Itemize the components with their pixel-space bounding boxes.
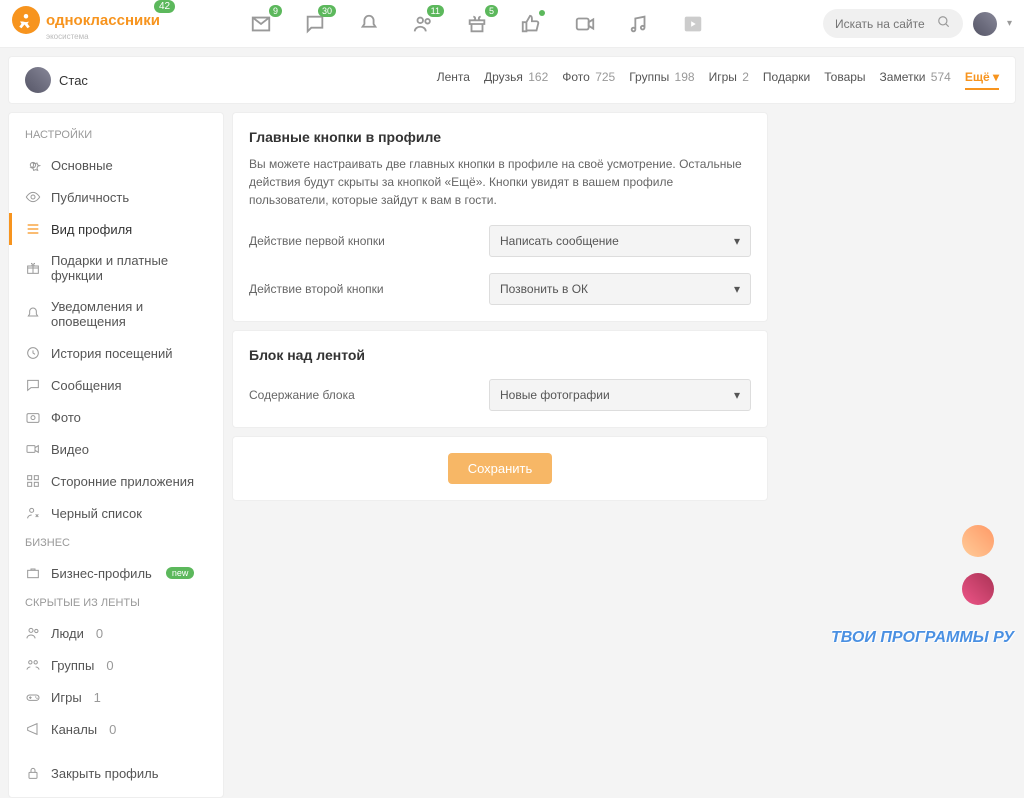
sidebar-item-people[interactable]: Люди 0 bbox=[9, 617, 223, 649]
chevron-down-icon[interactable]: ▾ bbox=[1007, 18, 1012, 29]
camera-icon bbox=[25, 409, 41, 425]
logo-badge: 42 bbox=[154, 0, 175, 13]
tab-feed[interactable]: Лента bbox=[437, 70, 470, 90]
sidebar-item-lock[interactable]: Закрыть профиль bbox=[9, 757, 223, 789]
tab-photos[interactable]: Фото 725 bbox=[562, 70, 615, 90]
tab-games[interactable]: Игры 2 bbox=[709, 70, 749, 90]
bell-icon bbox=[25, 306, 41, 322]
mail-badge: 9 bbox=[269, 5, 282, 17]
header-avatar[interactable] bbox=[973, 12, 997, 36]
gifts-badge: 5 bbox=[485, 5, 498, 17]
nav-friends-icon[interactable]: 11 bbox=[412, 13, 434, 35]
second-button-select[interactable]: Позвонить в ОК ▾ bbox=[489, 273, 751, 305]
group-icon bbox=[25, 657, 41, 673]
watermark: ТВОИ ПРОГРАММЫ РУ bbox=[831, 629, 1014, 647]
tab-friends[interactable]: Друзья 162 bbox=[484, 70, 548, 90]
people-icon bbox=[25, 625, 41, 641]
sidebar-item-photo[interactable]: Фото bbox=[9, 401, 223, 433]
settings-sidebar: НАСТРОЙКИ Основные Публичность Вид профи… bbox=[8, 112, 224, 798]
lock-icon bbox=[25, 765, 41, 781]
first-button-select[interactable]: Написать сообщение ▾ bbox=[489, 225, 751, 257]
user-name: Стас bbox=[59, 73, 88, 88]
sidebar-item-video[interactable]: Видео bbox=[9, 433, 223, 465]
new-badge: new bbox=[166, 567, 195, 579]
panel-title: Главные кнопки в профиле bbox=[249, 129, 751, 145]
nav-like-icon[interactable] bbox=[520, 13, 542, 35]
save-panel: Сохранить bbox=[232, 436, 768, 501]
search-box[interactable] bbox=[823, 9, 963, 38]
sidebar-item-main[interactable]: Основные bbox=[9, 149, 223, 181]
sidebar-item-gifts[interactable]: Подарки и платные функции bbox=[9, 245, 223, 291]
briefcase-icon bbox=[25, 565, 41, 581]
logo-subtitle: экосистема bbox=[46, 32, 160, 41]
second-button-label: Действие второй кнопки bbox=[249, 282, 489, 296]
video-icon bbox=[25, 441, 41, 457]
nav-play-icon[interactable] bbox=[682, 13, 704, 35]
panel-profile-buttons: Главные кнопки в профиле Вы можете настр… bbox=[232, 112, 768, 322]
block-content-label: Содержание блока bbox=[249, 388, 489, 402]
user-avatar bbox=[25, 67, 51, 93]
person-x-icon bbox=[25, 505, 41, 521]
logo-icon bbox=[12, 6, 40, 34]
sidebar-item-blacklist[interactable]: Черный список bbox=[9, 497, 223, 529]
user-mini[interactable]: Стас bbox=[25, 67, 88, 93]
logo-text: одноклассники bbox=[46, 12, 160, 29]
nav-mail-icon[interactable]: 9 bbox=[250, 13, 272, 35]
floating-chat-avatars bbox=[962, 525, 994, 605]
chat-badge: 30 bbox=[318, 5, 336, 17]
block-content-select[interactable]: Новые фотографии ▾ bbox=[489, 379, 751, 411]
like-dot bbox=[539, 10, 545, 16]
nav-chat-icon[interactable]: 30 bbox=[304, 13, 326, 35]
chat-avatar-2[interactable] bbox=[962, 573, 994, 605]
sidebar-item-publicity[interactable]: Публичность bbox=[9, 181, 223, 213]
message-icon bbox=[25, 377, 41, 393]
nav-video-icon[interactable] bbox=[574, 13, 596, 35]
panel-title: Блок над лентой bbox=[249, 347, 751, 363]
sidebar-title-business: БИЗНЕС bbox=[9, 529, 223, 557]
sidebar-item-notifications[interactable]: Уведомления и оповещения bbox=[9, 291, 223, 337]
nav-music-icon[interactable] bbox=[628, 13, 650, 35]
tab-gifts[interactable]: Подарки bbox=[763, 70, 810, 90]
gamepad-icon bbox=[25, 689, 41, 705]
tab-more[interactable]: Ещё ▾ bbox=[965, 70, 999, 90]
chat-avatar-1[interactable] bbox=[962, 525, 994, 557]
logo[interactable]: одноклассники экосистема 42 bbox=[12, 6, 160, 41]
sidebar-item-business[interactable]: Бизнес-профильnew bbox=[9, 557, 223, 589]
tab-notes[interactable]: Заметки 574 bbox=[880, 70, 951, 90]
panel-feed-block: Блок над лентой Содержание блока Новые ф… bbox=[232, 330, 768, 428]
tab-groups[interactable]: Группы 198 bbox=[629, 70, 694, 90]
sidebar-item-apps[interactable]: Сторонние приложения bbox=[9, 465, 223, 497]
chevron-down-icon: ▾ bbox=[734, 282, 740, 296]
profile-tabs: Лента Друзья 162 Фото 725 Группы 198 Игр… bbox=[437, 70, 999, 90]
sidebar-title-hidden: СКРЫТЫЕ ИЗ ЛЕНТЫ bbox=[9, 589, 223, 617]
first-button-label: Действие первой кнопки bbox=[249, 234, 489, 248]
sidebar-title-settings: НАСТРОЙКИ bbox=[9, 121, 223, 149]
save-button[interactable]: Сохранить bbox=[448, 453, 553, 484]
sidebar-item-profile-view[interactable]: Вид профиля bbox=[9, 213, 223, 245]
sidebar-item-history[interactable]: История посещений bbox=[9, 337, 223, 369]
apps-icon bbox=[25, 473, 41, 489]
chevron-down-icon: ▾ bbox=[734, 234, 740, 248]
sidebar-item-messages[interactable]: Сообщения bbox=[9, 369, 223, 401]
list-icon bbox=[25, 221, 41, 237]
tab-goods[interactable]: Товары bbox=[824, 70, 865, 90]
friends-badge: 11 bbox=[427, 5, 444, 17]
clock-icon bbox=[25, 345, 41, 361]
panel-description: Вы можете настраивать две главных кнопки… bbox=[249, 155, 751, 209]
sidebar-item-channels[interactable]: Каналы 0 bbox=[9, 713, 223, 745]
channel-icon bbox=[25, 721, 41, 737]
search-icon[interactable] bbox=[937, 15, 951, 32]
sidebar-item-hidden-groups[interactable]: Группы 0 bbox=[9, 649, 223, 681]
search-input[interactable] bbox=[835, 17, 935, 31]
gift-icon bbox=[25, 260, 41, 276]
nav-gifts-icon[interactable]: 5 bbox=[466, 13, 488, 35]
gear-icon bbox=[25, 157, 41, 173]
nav-bell-icon[interactable] bbox=[358, 13, 380, 35]
chevron-down-icon: ▾ bbox=[734, 388, 740, 402]
sidebar-item-hidden-games[interactable]: Игры 1 bbox=[9, 681, 223, 713]
eye-icon bbox=[25, 189, 41, 205]
